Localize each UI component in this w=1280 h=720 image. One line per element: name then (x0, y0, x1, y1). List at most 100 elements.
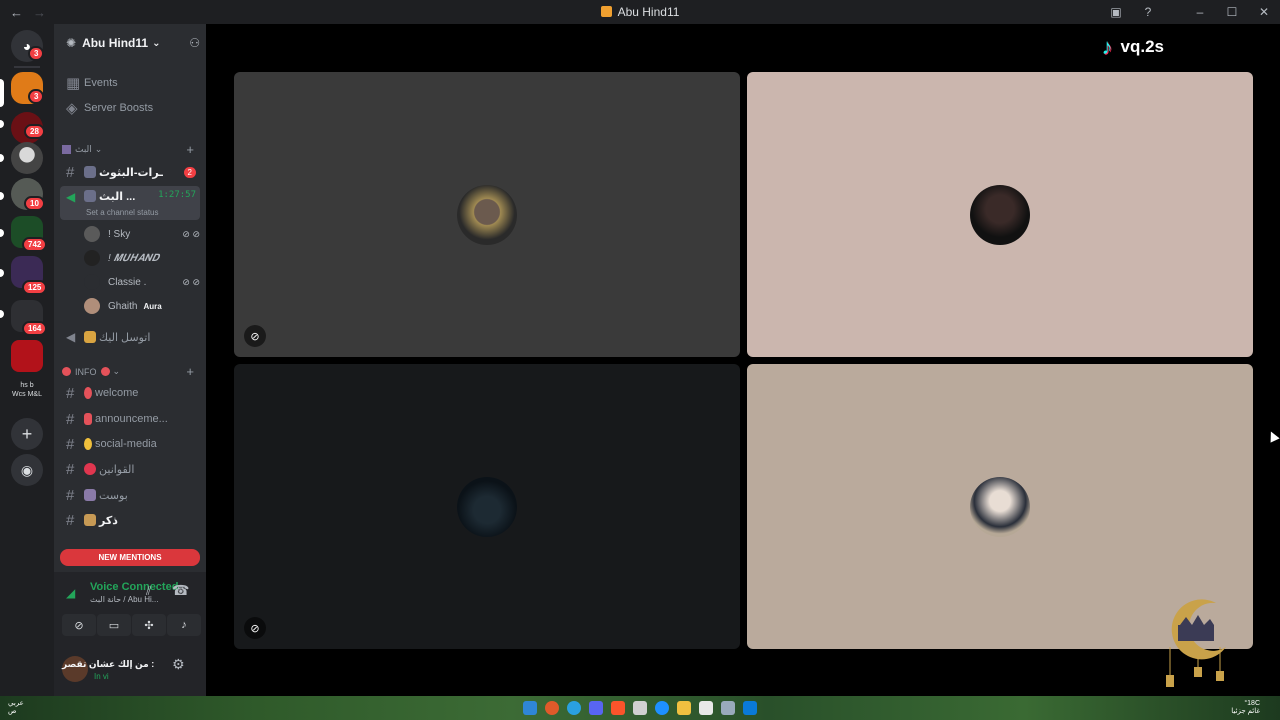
chrome-icon[interactable] (545, 701, 559, 715)
server-red-logo[interactable] (11, 340, 43, 372)
channel-broadcast-notes[interactable]: # ـرات-البثوث 2 (60, 161, 200, 183)
events-item[interactable]: ▦ Events (60, 72, 200, 94)
participant-tile[interactable]: ⊘ (234, 364, 740, 649)
discord-icon[interactable] (589, 701, 603, 715)
server-portrait[interactable] (11, 142, 43, 174)
user-name: ! Sky (108, 228, 131, 240)
hash-icon: # (66, 410, 75, 428)
screen-share-button[interactable]: ▭ (97, 614, 131, 636)
disconnect-icon[interactable]: ☎ (172, 582, 189, 599)
voice-user[interactable]: ! Sky ⊘ ⊘ (84, 224, 200, 244)
search-icon[interactable] (721, 701, 735, 715)
channel-social-media[interactable]: # social-media (60, 433, 200, 455)
category-emoji (62, 367, 71, 376)
chevron-down-icon: ⌄ (112, 366, 121, 376)
server-badge: 28 (24, 124, 45, 139)
channel-status[interactable]: Set a channel status (86, 208, 159, 217)
folder-icon[interactable] (677, 701, 691, 715)
guild-header[interactable]: ✺ Abu Hind11 ⌄ ⚇ (54, 24, 206, 62)
activities-button[interactable]: ✣ (132, 614, 166, 636)
brave-icon[interactable] (611, 701, 625, 715)
server-badge: 125 (22, 280, 48, 295)
voice-channel-label: البث ... (99, 191, 136, 203)
channel-emoji (84, 438, 92, 450)
boosts-item[interactable]: ◈ Server Boosts (60, 97, 200, 119)
add-channel-icon[interactable]: + (186, 364, 194, 379)
hash-icon: # (66, 460, 75, 478)
add-server-icon[interactable]: + (11, 418, 43, 450)
invite-icon[interactable]: ⚇ (189, 36, 200, 50)
avatar (84, 274, 100, 290)
taskbar-lang[interactable]: عربي (8, 700, 24, 708)
avatar (970, 476, 1030, 537)
maximize-button[interactable]: ☐ (1216, 5, 1248, 19)
back-arrow-icon[interactable]: ← (10, 5, 23, 20)
server-list: ◕ 3 3 28 10 742 125 164 hs b Wcs M&L + ◉ (0, 24, 54, 696)
voice-status[interactable]: Voice Connected (90, 581, 178, 593)
close-button[interactable]: ✕ (1248, 5, 1280, 19)
forward-arrow-icon[interactable]: → (33, 5, 46, 20)
selected-server-pill (0, 79, 4, 107)
noise-suppression-icon[interactable]: ⫽ (146, 584, 151, 599)
events-label: Events (84, 77, 118, 89)
channel-emoji (84, 489, 96, 501)
channel-label: بوست (99, 489, 128, 502)
hash-icon: # (66, 435, 75, 453)
windows-icon[interactable] (743, 701, 757, 715)
camera-off-button[interactable]: ⊘ (62, 614, 96, 636)
weather-desc: غائم جزئيا (1231, 708, 1260, 715)
weather-temp[interactable]: °18C (1231, 700, 1260, 708)
guild-name: Abu Hind11 (82, 36, 149, 50)
channel-post[interactable]: # بوست (60, 484, 200, 506)
hash-icon: # (66, 163, 75, 181)
app-icon[interactable] (633, 701, 647, 715)
discover-icon[interactable]: ◉ (11, 454, 43, 486)
channel-rules[interactable]: # القوانين (60, 458, 200, 480)
server-badge: 164 (22, 321, 48, 336)
hash-icon: # (66, 384, 75, 402)
user-name: Classie . (108, 276, 147, 288)
new-mentions-button[interactable]: NEW MENTIONS (60, 549, 200, 566)
telegram-icon[interactable] (567, 701, 581, 715)
voice-user[interactable]: Classie . ⊘ ⊘ (84, 272, 200, 292)
voice-stage: ♪ vq.2s ⊘ ⊘ (206, 24, 1280, 696)
voice-channel-pray[interactable]: ◀ اتوسل اليك (60, 326, 200, 348)
inbox-icon[interactable]: ▣ (1100, 5, 1132, 19)
user-tag: Aura (143, 301, 162, 311)
help-icon[interactable]: ? (1132, 5, 1164, 19)
soundboard-button[interactable]: ♪ (167, 614, 201, 636)
minimize-button[interactable]: – (1184, 5, 1216, 19)
category-info[interactable]: INFO ⌄ + (62, 364, 202, 379)
start-icon[interactable] (523, 701, 537, 715)
add-channel-icon[interactable]: + (186, 142, 194, 157)
participant-tile[interactable] (747, 72, 1253, 357)
muted-icon: ⊘ ⊘ (182, 276, 200, 287)
file-icon[interactable] (699, 701, 713, 715)
voice-user[interactable]: Ghaith Aura (84, 296, 200, 316)
chevron-down-icon: ⌄ (152, 37, 161, 49)
channel-emoji (84, 413, 92, 425)
category-broadcast[interactable]: البث ⌄ + (62, 142, 202, 157)
channel-emoji (84, 190, 96, 202)
channel-emoji (84, 166, 96, 178)
windows-taskbar: عربي ص °18C غائم جزئيا (0, 696, 1280, 720)
voice-timer: 1:27:57 (158, 190, 196, 200)
category-label: INFO (75, 366, 97, 377)
speaker-icon: ◀ (66, 190, 76, 204)
taskbar-time: ص (8, 708, 17, 715)
hash-icon: # (66, 511, 75, 529)
channel-emoji (84, 331, 96, 343)
participant-tile[interactable]: ⊘ (234, 72, 740, 357)
user-name: Ghaith (108, 300, 138, 312)
channel-label: القوانين (99, 463, 135, 476)
edge-icon[interactable] (655, 701, 669, 715)
channel-dhikr[interactable]: # ذكر (60, 509, 200, 531)
server-icon (600, 6, 612, 17)
channel-announcements[interactable]: # announceme... (60, 408, 200, 430)
channel-welcome[interactable]: # welcome (60, 382, 200, 404)
category-label: البث (75, 144, 92, 154)
voice-user[interactable]: ! 𝑴𝑼𝑯𝑨𝑵𝑫 (84, 248, 200, 268)
voice-panel: ◢ Voice Connected حانة البث / Abu Hi... … (54, 572, 206, 696)
voice-channel-active[interactable]: ◀ البث ... حانة البث / Abu Hi... 1:27:57… (60, 186, 200, 220)
gear-icon[interactable]: ⚙ (172, 656, 185, 673)
